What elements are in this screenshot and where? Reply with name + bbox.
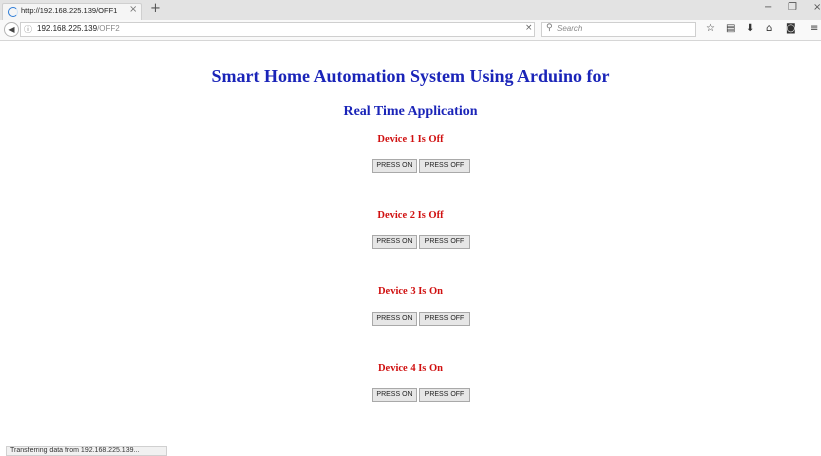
device-1-off-button[interactable]: PRESS OFF <box>419 159 470 173</box>
new-tab-button[interactable]: + <box>150 1 161 16</box>
menu-icon[interactable]: ≡ <box>810 23 818 34</box>
search-input[interactable]: ⚲ Search <box>541 22 696 37</box>
search-placeholder: Search <box>557 24 583 33</box>
home-icon[interactable]: ⌂ <box>766 23 772 34</box>
url-path: /OFF2 <box>97 24 120 33</box>
download-icon[interactable]: ⬇ <box>746 23 754 34</box>
back-button[interactable]: ◀ <box>4 22 19 37</box>
back-arrow-icon: ◀ <box>8 25 15 34</box>
device-1-status: Device 1 Is Off <box>377 134 444 145</box>
device-3-on-button[interactable]: PRESS ON <box>372 312 417 326</box>
tab-title: http://192.168.225.139/OFF1 <box>21 6 118 15</box>
device-2-on-button[interactable]: PRESS ON <box>372 235 417 249</box>
device-3-status: Device 3 Is On <box>377 286 444 297</box>
device-1-controls: PRESS ON PRESS OFF <box>372 159 472 173</box>
url-host: 192.168.225.139 <box>37 24 98 33</box>
info-icon[interactable]: ⓘ <box>24 24 32 35</box>
star-icon[interactable]: ☆ <box>706 23 715 34</box>
device-4-on-button[interactable]: PRESS ON <box>372 388 417 402</box>
browser-tab[interactable]: http://192.168.225.139/OFF1 × <box>2 3 142 20</box>
device-2-status: Device 2 Is Off <box>377 210 444 221</box>
device-4-controls: PRESS ON PRESS OFF <box>372 388 472 402</box>
stop-icon[interactable]: × <box>525 23 533 33</box>
page-title: Smart Home Automation System Using Ardui… <box>211 66 610 86</box>
device-1-on-button[interactable]: PRESS ON <box>372 159 417 173</box>
close-tab-icon[interactable]: × <box>129 4 137 15</box>
search-icon: ⚲ <box>546 23 553 33</box>
device-2-off-button[interactable]: PRESS OFF <box>419 235 470 249</box>
status-bar: Transferring data from 192.168.225.139..… <box>6 446 167 456</box>
device-3-off-button[interactable]: PRESS OFF <box>419 312 470 326</box>
device-4-off-button[interactable]: PRESS OFF <box>419 388 470 402</box>
device-3-controls: PRESS ON PRESS OFF <box>372 312 472 326</box>
restore-button[interactable]: ❐ <box>788 2 797 13</box>
tab-strip: http://192.168.225.139/OFF1 × + − ❐ × <box>0 0 821 20</box>
close-window-button[interactable]: × <box>813 2 821 13</box>
url-text: 192.168.225.139/OFF2 <box>37 24 120 33</box>
page-subtitle: Real Time Application <box>343 104 478 119</box>
device-2-controls: PRESS ON PRESS OFF <box>372 235 472 249</box>
pocket-icon[interactable]: ◙ <box>786 23 796 34</box>
navigation-bar: ◀ ⓘ 192.168.225.139/OFF2 × ⚲ Search ☆ ▤ … <box>0 20 821 41</box>
address-bar[interactable]: ⓘ 192.168.225.139/OFF2 × <box>20 22 535 37</box>
minimize-button[interactable]: − <box>764 2 772 13</box>
loading-spinner-icon <box>8 7 18 17</box>
library-icon[interactable]: ▤ <box>726 23 735 34</box>
device-4-status: Device 4 Is On <box>377 363 444 374</box>
